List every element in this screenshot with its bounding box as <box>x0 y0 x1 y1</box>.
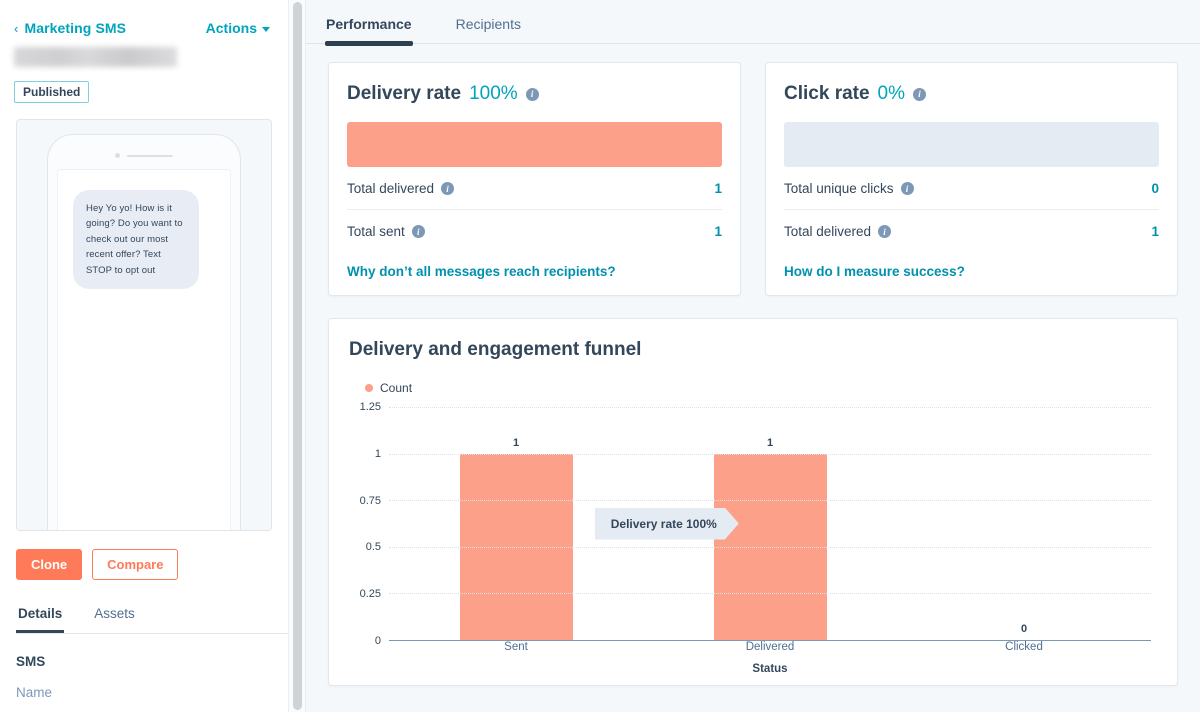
stat-label: Total delivered i <box>784 224 892 239</box>
chevron-down-icon <box>262 26 270 32</box>
main-content: Performance Recipients Delivery rate 100… <box>306 0 1200 712</box>
bar-series: 1 1 0 <box>389 407 1151 640</box>
y-axis-tick: 1.25 <box>359 401 381 413</box>
breadcrumb-label: Marketing SMS <box>24 20 127 36</box>
click-help-link[interactable]: How do I measure success? <box>784 264 1159 279</box>
info-icon[interactable]: i <box>913 87 927 101</box>
stat-value: 1 <box>714 224 722 239</box>
click-rate-label: Click rate <box>784 83 870 104</box>
info-icon[interactable]: i <box>525 87 539 101</box>
preview-action-buttons: Clone Compare <box>16 549 288 580</box>
name-field-label: Name <box>16 685 53 700</box>
x-axis-labels: Sent Delivered Clicked <box>389 641 1151 659</box>
clone-button[interactable]: Clone <box>16 549 83 580</box>
breadcrumb-marketing-sms[interactable]: ‹ Marketing SMS <box>14 20 126 36</box>
funnel-chart-card: Delivery and engagement funnel Count 0 0.… <box>328 318 1178 686</box>
gridline <box>389 593 1151 595</box>
tab-assets[interactable]: Assets <box>92 606 137 633</box>
stat-row-total-sent: Total sent i 1 <box>347 210 722 252</box>
stat-value: 0 <box>1151 181 1159 196</box>
funnel-chart-title: Delivery and engagement funnel <box>349 339 642 360</box>
phone-mockup: Hey Yo yo! How is it going? Do you want … <box>47 134 241 530</box>
phone-camera-dot <box>115 153 120 158</box>
phone-screen: Hey Yo yo! How is it going? Do you want … <box>57 169 231 530</box>
x-axis-tick: Sent <box>504 641 528 653</box>
scrollbar-thumb[interactable] <box>293 2 302 710</box>
y-axis-tick: 0 <box>374 635 381 647</box>
y-axis-tick: 0.5 <box>365 541 381 554</box>
status-badge: Published <box>14 81 90 103</box>
redacted-title <box>14 47 177 67</box>
sms-preview-card: Hey Yo yo! How is it going? Do you want … <box>16 119 272 531</box>
delivery-help-link[interactable]: Why don’t all messages reach recipients? <box>347 264 722 279</box>
gridline <box>389 500 1151 502</box>
info-icon[interactable]: i <box>441 182 455 195</box>
bar-value-label: 1 <box>512 436 520 449</box>
click-rate-title: Click rate 0% i <box>784 83 1159 105</box>
details-section: SMS Name Test - Timo (Clone) <box>0 634 288 712</box>
info-icon[interactable]: i <box>878 225 892 238</box>
tab-performance[interactable]: Performance <box>325 16 413 46</box>
x-axis-title: Status <box>752 663 788 675</box>
phone-speaker-icon <box>115 153 173 158</box>
stat-value: 1 <box>714 181 722 196</box>
stat-label: Total sent i <box>347 224 425 239</box>
gridline <box>389 407 1151 408</box>
delivery-rate-value: 100% <box>469 83 518 104</box>
legend-label: Count <box>380 381 413 395</box>
funnel-plot: 0 0.25 0.5 0.75 1 1.25 1 1 0 Delivery rate 100%… <box>349 401 1157 675</box>
stat-label-text: Total delivered <box>784 224 872 239</box>
stat-label: Total unique clicks i <box>784 181 914 196</box>
info-icon[interactable]: i <box>900 182 914 195</box>
stat-row-total-delivered: Total delivered i 1 <box>347 167 722 210</box>
left-sidebar-panel: ‹ Marketing SMS Actions Published Hey Yo… <box>0 0 288 712</box>
sms-message-bubble: Hey Yo yo! How is it going? Do you want … <box>73 190 199 289</box>
stat-label: Total delivered i <box>347 181 455 196</box>
tab-details[interactable]: Details <box>16 606 65 633</box>
actions-dropdown-button[interactable]: Actions <box>206 20 270 36</box>
y-axis-tick: 0.75 <box>359 494 381 507</box>
metric-cards-row: Delivery rate 100% i Total delivered i 1… <box>306 44 1200 296</box>
stat-value: 1 <box>1151 224 1159 239</box>
stat-row-total-delivered: Total delivered i 1 <box>784 210 1159 252</box>
gridline <box>389 546 1151 548</box>
click-rate-value: 0% <box>877 83 906 104</box>
stat-label-text: Total sent <box>347 224 405 239</box>
delivery-rate-title: Delivery rate 100% i <box>347 83 722 105</box>
main-tabs: Performance Recipients <box>306 0 1200 46</box>
funnel-rate-badge: Delivery rate 100% <box>595 508 739 540</box>
y-axis: 0 0.25 0.5 0.75 1 1.25 <box>349 401 389 647</box>
y-axis-tick: 0.25 <box>359 588 381 601</box>
x-axis-tick: Delivered <box>745 641 795 653</box>
details-section-title: SMS <box>16 654 46 669</box>
legend-color-swatch-icon <box>365 384 373 392</box>
compare-button[interactable]: Compare <box>92 549 179 580</box>
delivery-rate-label: Delivery rate <box>347 83 462 104</box>
stat-label-text: Total delivered <box>347 181 435 196</box>
gridline <box>389 453 1151 455</box>
tab-recipients[interactable]: Recipients <box>456 16 521 43</box>
delivery-rate-meter <box>347 122 722 167</box>
x-axis-tick: Clicked <box>1005 641 1043 653</box>
chevron-left-icon: ‹ <box>14 20 19 36</box>
actions-label: Actions <box>205 20 257 36</box>
plot-area: 1 1 0 Delivery rate 100% <box>389 407 1151 641</box>
stat-label-text: Total unique clicks <box>784 181 894 196</box>
chart-legend: Count <box>365 381 1157 395</box>
y-axis-tick: 1 <box>374 447 381 460</box>
page-scrollbar[interactable] <box>288 0 306 712</box>
stat-row-total-unique-clicks: Total unique clicks i 0 <box>784 167 1159 210</box>
bar-column[interactable]: 0 <box>897 407 1151 640</box>
bar-value-label: 0 <box>1020 623 1028 635</box>
bar-value-label: 1 <box>766 436 774 449</box>
click-rate-card: Click rate 0% i Total unique clicks i 0 … <box>765 62 1178 296</box>
phone-speaker-bar <box>127 154 173 157</box>
delivery-rate-card: Delivery rate 100% i Total delivered i 1… <box>328 62 741 296</box>
click-rate-meter <box>784 122 1159 167</box>
info-icon[interactable]: i <box>411 225 425 238</box>
sidebar-tabs: Details Assets <box>16 606 288 634</box>
sidebar-header: ‹ Marketing SMS Actions <box>0 0 288 36</box>
